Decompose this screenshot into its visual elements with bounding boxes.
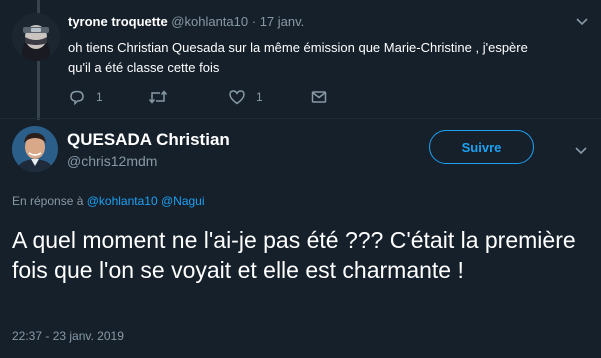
reply-tweet-header: tyrone troquette @kohlanta10 · 17 janv. [68,14,304,29]
tweet-date[interactable]: 17 janv. [260,14,305,29]
retweet-button[interactable] [148,87,178,107]
reply-tweet[interactable]: tyrone troquette @kohlanta10 · 17 janv. … [0,0,601,118]
author-name[interactable]: QUESADA Christian [67,130,230,150]
author-handle[interactable]: @kohlanta10 [171,14,248,29]
tweet-text: A quel moment ne l'ai-je pas été ??? C'é… [12,227,576,283]
reply-prefix: En réponse à [12,194,84,208]
reply-count: 1 [96,90,103,104]
mention-link[interactable]: @kohlanta10 [87,194,158,208]
divider [0,118,601,119]
avatar[interactable] [12,126,58,172]
author-name[interactable]: tyrone troquette [68,14,168,29]
direct-message-icon [311,91,327,103]
caret-down-icon[interactable] [575,14,589,28]
follow-button[interactable]: Suivre [429,130,534,164]
caret-down-icon[interactable] [574,143,588,157]
separator: · [251,14,257,29]
retweet-icon [148,90,168,104]
reply-icon [70,90,84,106]
like-icon [229,90,245,105]
reply-tweet-text: oh tiens Christian Quesada sur la même é… [68,40,528,75]
action-bar: 1 1 [68,87,368,107]
tweet-timestamp[interactable]: 22:37 - 23 janv. 2019 [12,329,124,343]
mention-link[interactable]: @Nagui [161,194,205,208]
direct-message-button[interactable] [310,87,328,107]
reply-button[interactable]: 1 [68,87,103,107]
like-count: 1 [256,90,263,104]
reply-context: En réponse à @kohlanta10 @Nagui [12,194,205,208]
author-handle[interactable]: @chris12mdm [67,153,157,169]
like-button[interactable]: 1 [228,87,263,107]
avatar[interactable] [12,13,60,61]
